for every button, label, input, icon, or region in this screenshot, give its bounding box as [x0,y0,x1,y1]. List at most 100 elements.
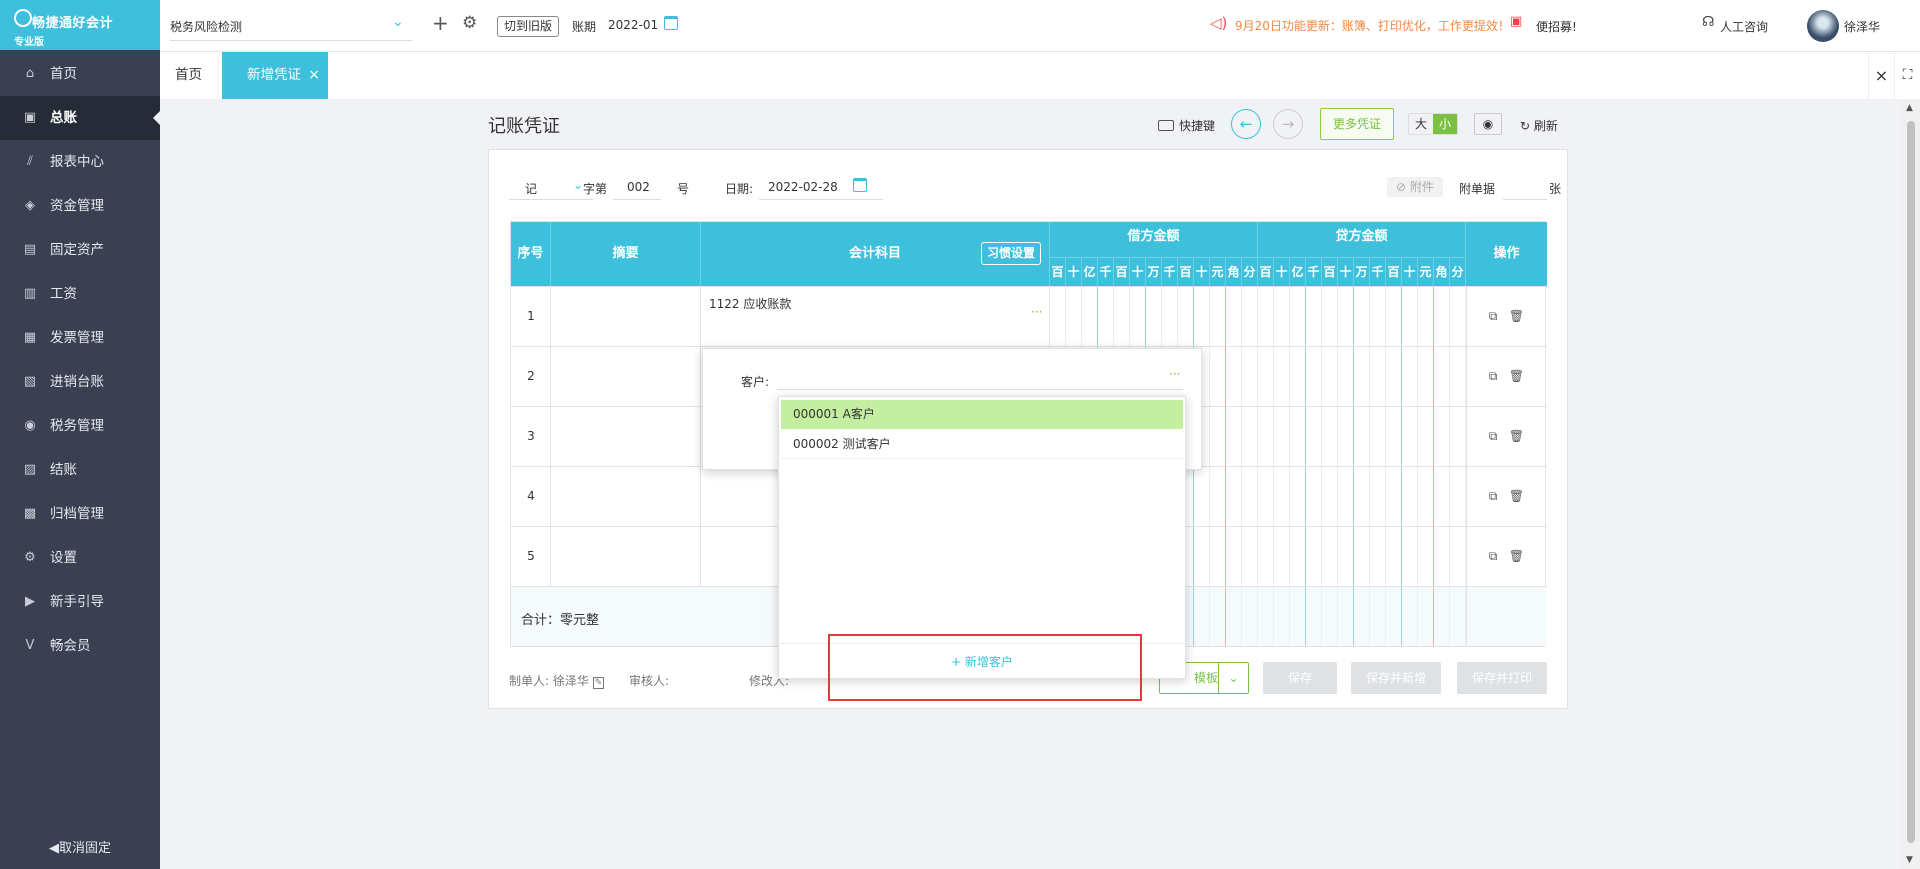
chevron-down-icon[interactable]: ⌄ [573,178,583,192]
sidebar-item[interactable]: V 畅会员 [0,624,160,668]
digit-header: 百 [1322,258,1338,286]
sidebar-item[interactable]: ⚙ 设置 [0,536,160,580]
digit-header: 元 [1418,258,1434,286]
summary-cell[interactable] [551,527,701,586]
recruit-link[interactable]: 便招募! [1536,18,1577,35]
switch-old-version-button[interactable]: 切到旧版 [497,16,560,37]
support-link[interactable]: 人工咨询 [1720,18,1768,35]
calendar-icon[interactable] [664,16,678,30]
save-print-button[interactable]: 保存并打印 [1457,662,1547,694]
sidebar-item[interactable]: ▶ 新手引导 [0,580,160,624]
copy-icon[interactable]: ⧉ [1489,429,1498,443]
amount-cell [1322,527,1338,586]
refresh-button[interactable]: ↻ 刷新 [1520,117,1558,134]
sidebar-item[interactable]: ⫽ 报表中心 [0,140,160,184]
save-button[interactable]: 保存 [1263,662,1337,694]
amount-cell [1194,587,1210,646]
sidebar-item[interactable]: ◉ 税务管理 [0,404,160,448]
habit-settings-button[interactable]: 习惯设置 [981,242,1042,265]
credit-amount-cell[interactable] [1258,527,1466,586]
eye-icon[interactable]: ◉ [1474,113,1502,135]
edit-icon[interactable]: ✎ [592,677,605,689]
chevron-down-icon[interactable]: ⌄ [392,14,404,30]
sidebar-item[interactable]: ⌂ 首页 [0,52,160,96]
tab-new-voucher[interactable]: 新增凭证 × [222,52,328,99]
copy-icon[interactable]: ⧉ [1489,309,1498,323]
summary-cell[interactable] [551,347,701,406]
size-small-button[interactable]: 小 [1433,114,1457,134]
credit-amount-cell[interactable] [1258,347,1466,406]
credit-amount-cell[interactable] [1258,287,1466,346]
prev-voucher-button[interactable]: ← [1231,109,1261,139]
attachment-button[interactable]: ⊘ 附件 [1387,177,1443,197]
sidebar-item[interactable]: ▧ 进销台账 [0,360,160,404]
entity-selector[interactable]: 税务风险检测 [170,18,242,35]
more-icon[interactable]: ··· [1031,305,1042,319]
fullscreen-icon[interactable]: ⛶ [1894,52,1920,99]
scrollbar[interactable]: ▲ ▼ [1902,99,1920,869]
scroll-up-icon[interactable]: ▲ [1906,103,1913,113]
gear-icon[interactable]: ⚙ [462,13,477,33]
delete-icon[interactable]: 🗑 [1509,309,1524,323]
scroll-thumb[interactable] [1907,121,1915,843]
credit-amount-cell[interactable] [1258,407,1466,466]
voucher-number-input[interactable]: 002 [627,180,650,194]
shortcut-button[interactable]: 快捷键 [1158,117,1215,134]
amount-cell [1450,587,1466,646]
sidebar-item[interactable]: ▨ 结账 [0,448,160,492]
voucher-word-select[interactable]: 记 [525,180,537,197]
size-big-button[interactable]: 大 [1409,114,1433,134]
copy-icon[interactable]: ⧉ [1489,489,1498,503]
more-icon[interactable]: ··· [1169,367,1180,381]
update-notice[interactable]: 9月20日功能更新：账簿、打印优化，工作更提效！ [1235,17,1510,34]
amount-cell [1450,287,1466,346]
amount-cell [1274,527,1290,586]
sidebar-item[interactable]: ▤ 固定资产 [0,228,160,272]
sidebar-item[interactable]: ▣ 总账 [0,96,160,140]
credit-amount-cell[interactable] [1258,467,1466,526]
debit-amount-cell[interactable] [1050,287,1258,346]
unpin-sidebar-button[interactable]: ◀取消固定 [0,829,160,869]
customer-option[interactable]: 000002 测试客户 [781,430,1183,459]
col-ops: 操作 [1493,246,1520,261]
avatar[interactable] [1807,10,1839,42]
user-name[interactable]: 徐泽华 [1844,18,1880,35]
sidebar-item[interactable]: ◈ 资金管理 [0,184,160,228]
summary-cell[interactable] [551,467,701,526]
sidebar-item-label: 结账 [50,462,77,478]
chevron-down-icon[interactable]: ⌄ [1218,663,1248,693]
copy-icon[interactable]: ⧉ [1489,549,1498,563]
close-icon[interactable]: × [308,52,320,99]
sidebar-item[interactable]: ▩ 归档管理 [0,492,160,536]
amount-cell [1354,587,1370,646]
amount-cell [1322,467,1338,526]
attach-docs-label: 附单据 [1459,182,1496,196]
period-value[interactable]: 2022-01 [608,18,658,32]
edition-label: 专业版 [14,37,44,48]
summary-cell[interactable] [551,287,701,346]
sidebar-item[interactable]: ▥ 工资 [0,272,160,316]
delete-icon[interactable]: 🗑 [1509,369,1524,383]
brand-logo[interactable]: 畅捷通好会计 专业版 [0,0,160,50]
add-icon[interactable]: + [432,11,449,35]
date-input[interactable]: 2022-02-28 [768,180,838,194]
close-all-icon[interactable]: × [1868,52,1894,99]
copy-icon[interactable]: ⧉ [1489,369,1498,383]
calendar-icon[interactable] [853,178,867,192]
scroll-down-icon[interactable]: ▼ [1906,855,1913,865]
delete-icon[interactable]: 🗑 [1509,489,1524,503]
customer-underline[interactable] [777,389,1183,390]
delete-icon[interactable]: 🗑 [1509,429,1524,443]
customer-option[interactable]: 000001 A客户 [781,400,1183,429]
save-new-button[interactable]: 保存并新增 [1351,662,1441,694]
tab-home[interactable]: 首页 [175,52,202,99]
delete-icon[interactable]: 🗑 [1509,549,1524,563]
amount-cell [1242,527,1258,586]
more-vouchers-button[interactable]: 更多凭证 [1320,108,1394,140]
attach-count-input[interactable] [1503,199,1547,200]
sidebar-item[interactable]: ▦ 发票管理 [0,316,160,360]
sidebar-item-label: 进销台账 [50,374,104,390]
next-voucher-button[interactable]: → [1273,109,1303,139]
summary-cell[interactable] [551,407,701,466]
digit-header: 亿 [1082,258,1098,286]
